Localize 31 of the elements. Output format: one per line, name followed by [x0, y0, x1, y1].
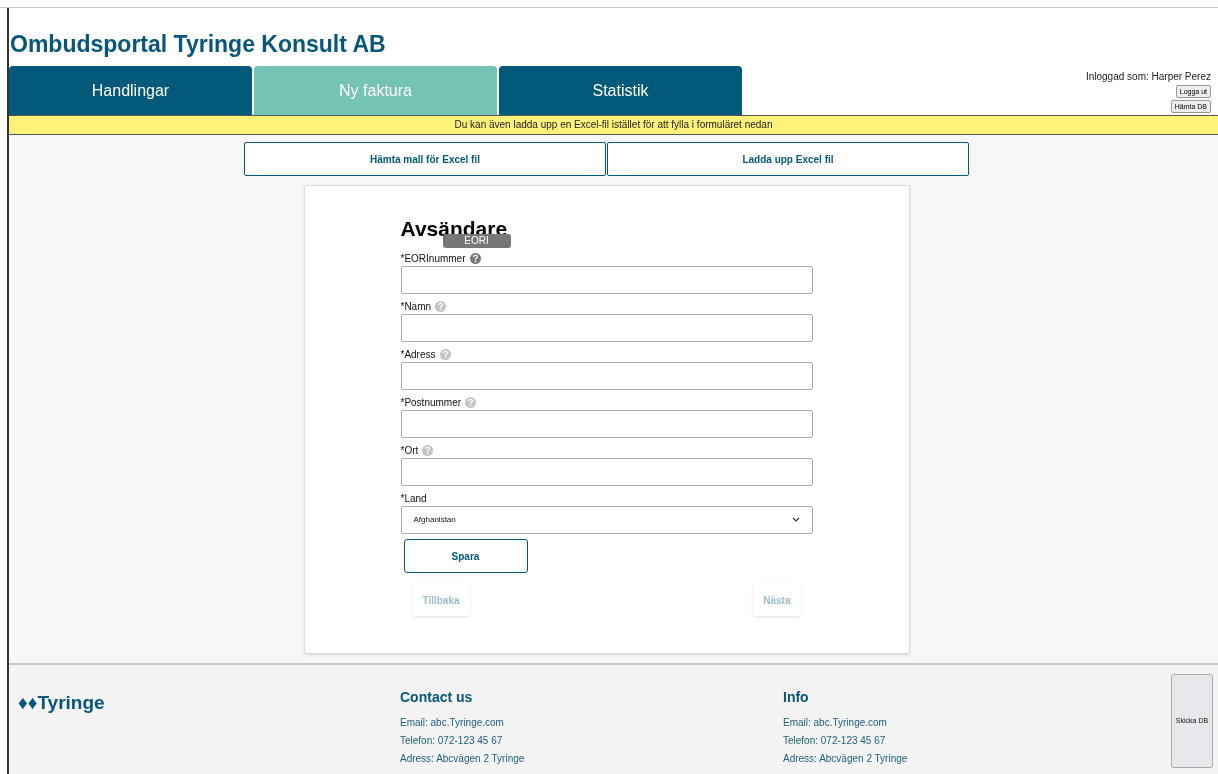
- chevron-down-icon: [791, 517, 800, 523]
- footer-text: Email: abc.Tyringe.com: [400, 716, 505, 730]
- excel-button[interactable]: Ladda upp Excel fil: [607, 142, 969, 176]
- field-label: *Namn: [400, 299, 432, 314]
- field-label: *Ort: [400, 443, 419, 458]
- nav-tab[interactable]: Handlingar: [9, 66, 252, 115]
- field-label: *EORInummer: [400, 251, 466, 266]
- logged-in-text: Inloggad som: Harper Perez: [1085, 71, 1211, 83]
- save-button[interactable]: Spara: [403, 539, 528, 573]
- text-field[interactable]: [400, 314, 813, 342]
- nav-tab[interactable]: Statistik: [499, 66, 742, 115]
- text-field[interactable]: [400, 266, 813, 294]
- text-field[interactable]: [400, 458, 813, 486]
- excel-button[interactable]: Hämta mall för Excel fil: [244, 142, 606, 176]
- help-icon[interactable]: [469, 252, 481, 264]
- footer-text: Telefon: 072-123 45 67: [400, 734, 504, 748]
- footer-heading: Contact us: [400, 688, 474, 707]
- footer-heading: Info: [783, 688, 810, 707]
- text-field[interactable]: [400, 410, 813, 438]
- footer-text: Adress: Abcvägen 2 Tyringe: [400, 752, 525, 766]
- page-title: Ombudsportal Tyringe Konsult AB: [10, 29, 386, 59]
- notice-bar: Du kan även ladda upp en Excel-fil istället för att fylla i formuläret nedan: [9, 115, 1218, 135]
- footer-text: Adress: Abcvägen 2 Tyringe: [783, 752, 908, 766]
- field-label: *Adress: [400, 347, 436, 362]
- field-label: *Postnummer: [400, 395, 462, 410]
- footer-text: Telefon: 072-123 45 67: [783, 734, 887, 748]
- field-label: *Land: [400, 491, 427, 506]
- footer-text: Email: abc.Tyringe.com: [783, 716, 888, 730]
- text-field[interactable]: [400, 362, 813, 390]
- country-select[interactable]: Afghanistan: [400, 506, 813, 534]
- footer-logo: ♦♦Tyringe: [18, 691, 105, 715]
